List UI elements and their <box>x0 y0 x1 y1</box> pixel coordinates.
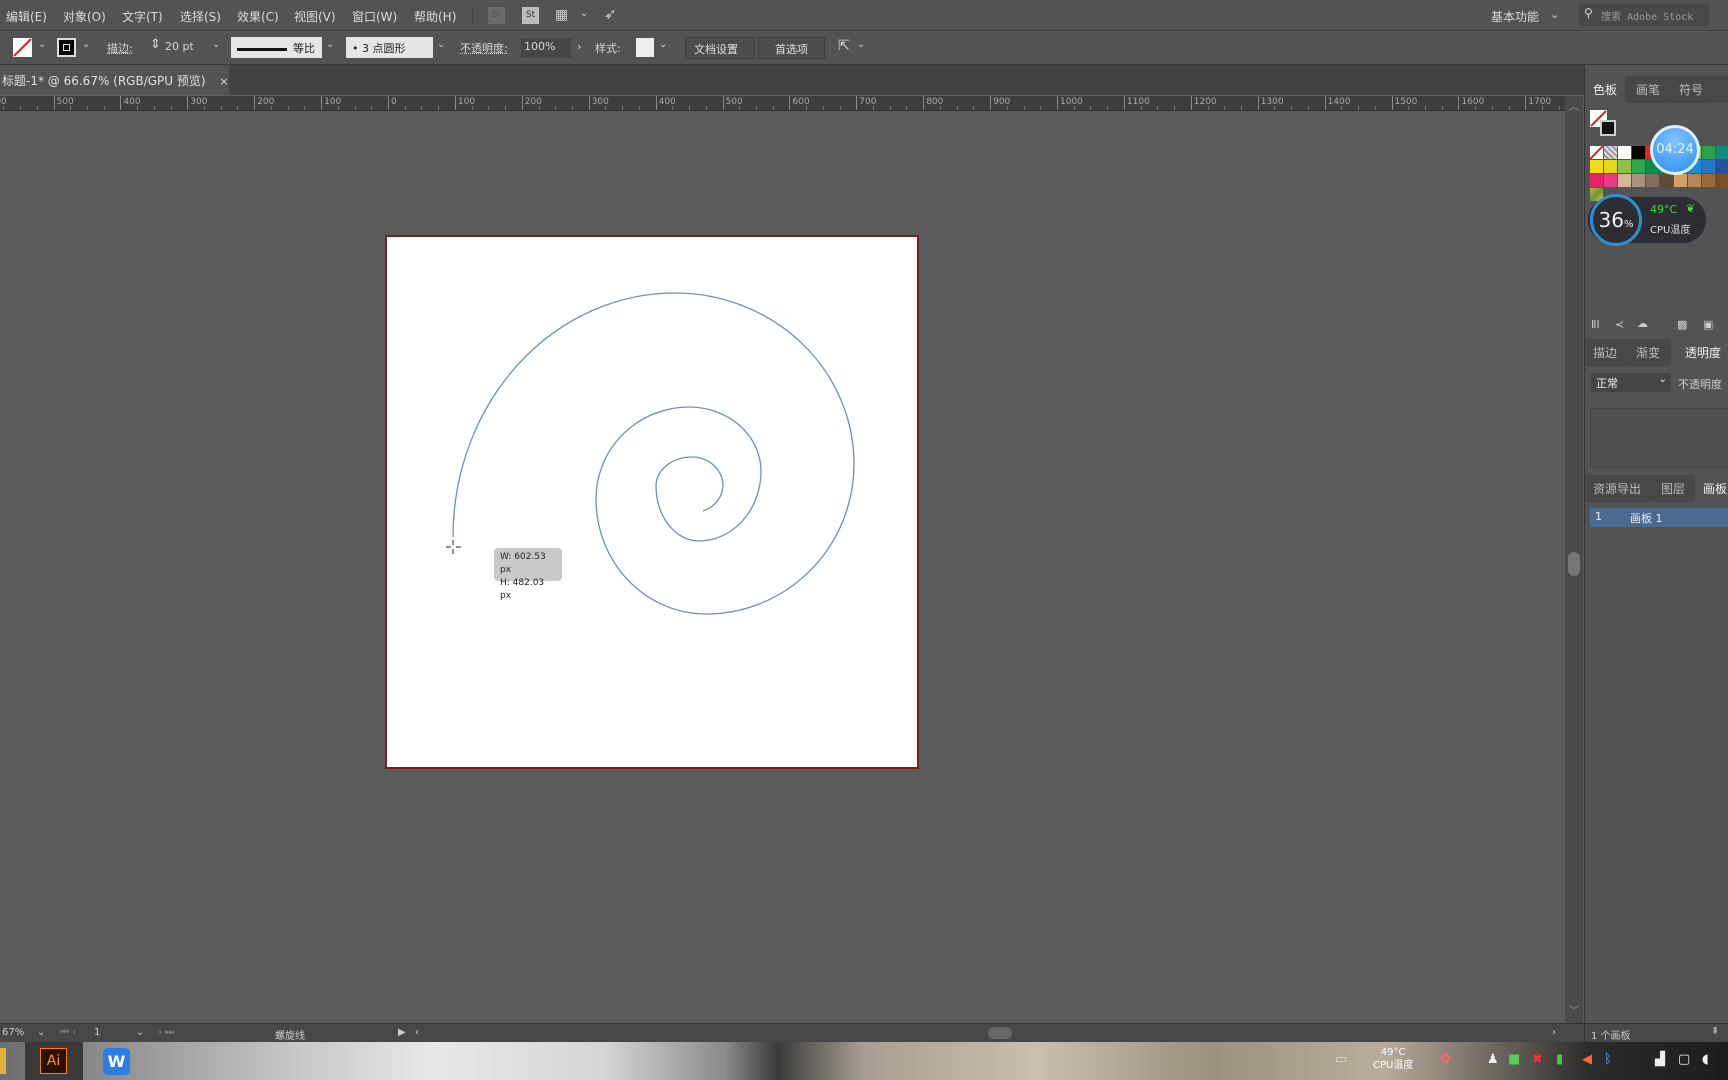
stock-search-input[interactable]: ⚲ 搜索 Adobe Stock <box>1579 4 1709 26</box>
last-artboard-icon[interactable]: › ⏭ <box>158 1027 174 1038</box>
swatch[interactable] <box>1604 174 1617 187</box>
chevron-down-icon[interactable]: ⌄ <box>37 1027 45 1038</box>
blend-mode-select[interactable]: 正常 ⌄ <box>1591 373 1671 392</box>
tray-security-icon[interactable]: ♟ <box>1487 1052 1499 1067</box>
artboard-list-item[interactable]: 1 画板 1 <box>1590 508 1728 527</box>
share-icon[interactable]: ≺ <box>1615 318 1624 331</box>
cpu-monitor-widget[interactable]: 36% 49°C ❦ CPU温度 <box>1588 194 1706 246</box>
scroll-up-icon[interactable]: ︿ <box>1569 98 1579 113</box>
horizontal-scroll-thumb[interactable] <box>988 1027 1012 1039</box>
scroll-right-icon[interactable]: › <box>1552 1027 1556 1038</box>
new-swatch-icon[interactable]: ▣ <box>1703 318 1713 331</box>
cpu-temp-label: CPU温度 <box>1650 225 1691 236</box>
swatch[interactable] <box>1660 174 1673 187</box>
zoom-level[interactable]: 67% <box>2 1027 24 1038</box>
opacity-label: 不透明度 <box>1678 378 1722 391</box>
search-placeholder: 搜索 Adobe Stock <box>1601 12 1694 23</box>
artboard-name: 画板 1 <box>1630 512 1663 525</box>
tray-flag-icon[interactable]: ◀ <box>1582 1052 1592 1067</box>
status-bar: 67% ⌄ ⏮ ‹ 1 ⌄ › ⏭ 螺旋线 ▶ ‹ › <box>0 1023 1584 1042</box>
tab-stroke[interactable]: 描边 <box>1585 339 1626 366</box>
tab-gradient[interactable]: 渐变 <box>1628 339 1669 366</box>
cpu-usage-value: 36 <box>1598 208 1624 232</box>
cloud-icon[interactable]: ☁ <box>1637 317 1648 330</box>
taskbar: Ai W ▭ 49°C CPU温度 ✿ ♟ ■ ✖ ▮ ◀ ᛒ ▟ ▢ ◖ <box>0 1042 1728 1080</box>
tab-layers[interactable]: 图层 <box>1653 475 1694 502</box>
illustrator-icon: Ai <box>40 1048 67 1074</box>
swatch[interactable] <box>1702 160 1715 173</box>
spiral-canvas-layer <box>446 292 855 615</box>
tray-x-icon[interactable]: ✖ <box>1532 1052 1543 1067</box>
bluetooth-icon[interactable]: ᛒ <box>1604 1052 1612 1067</box>
artboard-index: 1 <box>1595 510 1602 523</box>
panel-stroke-icon[interactable] <box>1600 120 1616 136</box>
current-tool: 螺旋线 <box>275 1031 305 1042</box>
clock-widget[interactable]: 04:24 <box>1650 125 1700 175</box>
notification-icon[interactable]: ▢ <box>1678 1052 1690 1067</box>
swatch[interactable] <box>1604 146 1617 159</box>
swatch[interactable] <box>1716 160 1728 173</box>
artboard-number-input[interactable]: 1 <box>94 1027 100 1038</box>
artboard-panel-footer: 1 个画板 ⇞ <box>1585 1023 1728 1042</box>
swatch-library-icon[interactable]: ⅡⅠ <box>1591 318 1600 331</box>
tab-symbols[interactable]: 符号 <box>1671 76 1712 103</box>
tray-cpu-temp-label: CPU温度 <box>1373 1060 1414 1071</box>
blend-mode-value: 正常 <box>1596 377 1618 390</box>
swatch[interactable] <box>1688 174 1701 187</box>
cpu-usage-unit: % <box>1623 219 1634 230</box>
transparency-preview <box>1590 408 1728 468</box>
leaf-icon: ❦ <box>1686 202 1696 215</box>
swatch[interactable] <box>1618 146 1631 159</box>
tab-swatches[interactable]: 色板 <box>1585 76 1626 103</box>
vertical-scrollbar[interactable]: ︿ ﹀ <box>1565 96 1583 1024</box>
swatch[interactable] <box>1590 160 1603 173</box>
swatch[interactable] <box>1632 146 1645 159</box>
tooltip-width: W: 602.53 px <box>500 552 546 575</box>
nvidia-icon[interactable]: ■ <box>1508 1052 1520 1067</box>
dimension-tooltip: W: 602.53 px H: 482.03 px <box>494 548 562 601</box>
tab-artboards[interactable]: 画板 <box>1695 475 1728 502</box>
tray-cpu-temp-value: 49°C <box>1380 1047 1406 1058</box>
cpu-temp-value: 49°C <box>1650 203 1678 216</box>
scroll-left-icon[interactable]: ‹ <box>415 1027 419 1038</box>
swatch[interactable] <box>1632 174 1645 187</box>
search-icon: ⚲ <box>1584 6 1593 20</box>
swatch-panel-footer: ⅡⅠ ≺ ☁ ▩ ▣ <box>1585 315 1728 337</box>
keyboard-icon[interactable]: ▭ <box>1335 1052 1347 1067</box>
taskbar-illustrator[interactable]: Ai <box>25 1042 83 1080</box>
swatch[interactable] <box>1589 145 1604 160</box>
volume-icon[interactable]: ◖ <box>1702 1052 1709 1067</box>
crosshair-cursor-icon <box>446 540 461 554</box>
wps-icon[interactable]: W <box>103 1048 130 1075</box>
network-icon[interactable]: ▟ <box>1655 1052 1665 1067</box>
swatch[interactable] <box>1716 146 1728 159</box>
chevron-down-icon[interactable]: ⌄ <box>136 1027 144 1038</box>
swatch-options-icon[interactable]: ▩ <box>1677 318 1687 331</box>
play-icon[interactable]: ▶ <box>398 1027 406 1038</box>
tab-asset-export[interactable]: 资源导出 <box>1585 475 1650 502</box>
rearrange-artboards-icon[interactable]: ⇞ <box>1711 1026 1719 1037</box>
swatch[interactable] <box>1618 174 1631 187</box>
scroll-down-icon[interactable]: ﹀ <box>1569 1002 1579 1017</box>
swatch[interactable] <box>1590 174 1603 187</box>
tray-app-icon[interactable]: ✿ <box>1440 1052 1451 1067</box>
swatch[interactable] <box>1702 174 1715 187</box>
swatch[interactable] <box>1618 160 1631 173</box>
tooltip-height: H: 482.03 px <box>500 578 545 601</box>
tray-cpu-temp[interactable]: 49°C CPU温度 <box>1373 1046 1413 1072</box>
first-artboard-icon[interactable]: ⏮ ‹ <box>60 1027 76 1038</box>
swatch[interactable] <box>1646 174 1659 187</box>
swatch[interactable] <box>1674 174 1687 187</box>
tab-brushes[interactable]: 画笔 <box>1628 76 1669 103</box>
swatch[interactable] <box>1716 174 1728 187</box>
chevron-down-icon: ⌄ <box>1658 374 1667 385</box>
tray-green-icon[interactable]: ▮ <box>1556 1052 1563 1067</box>
swatch[interactable] <box>1604 160 1617 173</box>
swatch[interactable] <box>1702 146 1715 159</box>
tab-transparency[interactable]: 透明度 <box>1671 339 1728 366</box>
scroll-thumb[interactable] <box>1568 552 1580 576</box>
swatch[interactable] <box>1632 160 1645 173</box>
artboard-count: 1 个画板 <box>1591 1031 1631 1042</box>
file-explorer-icon[interactable] <box>0 1048 6 1074</box>
